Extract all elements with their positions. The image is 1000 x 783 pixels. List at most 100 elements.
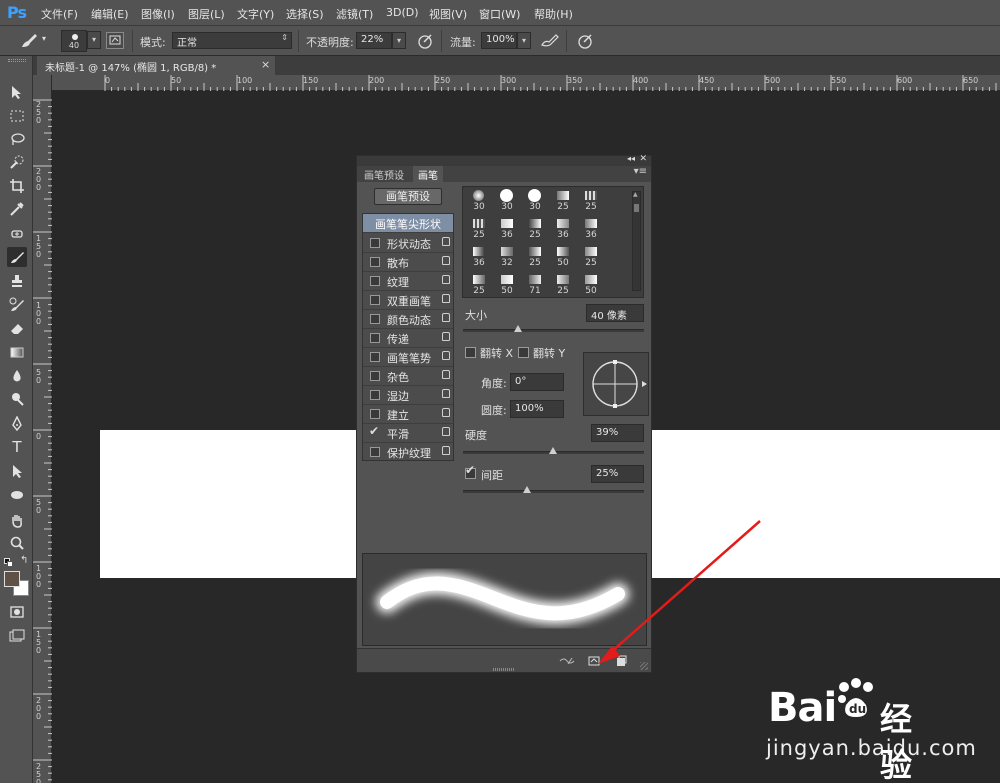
brush-tip[interactable]: 25 [521,217,549,243]
option-transfer[interactable]: 传递 [363,329,453,348]
dodge-tool-icon[interactable] [7,389,27,409]
hand-tool-icon[interactable] [7,510,27,530]
option-shape-dynamics[interactable]: 形状动态 [363,234,453,253]
checkbox[interactable] [370,333,380,343]
option-brush-pose[interactable]: 画笔笔势 [363,348,453,367]
quick-mask-icon[interactable] [7,602,27,622]
foreground-color-swatch[interactable] [4,571,20,587]
panel-bottom-grip[interactable] [493,668,515,671]
crop-tool-icon[interactable] [7,176,27,196]
brush-projection-icon[interactable] [588,655,600,670]
brush-tip[interactable]: 32 [493,245,521,271]
brush-tip[interactable]: 25 [465,217,493,243]
brush-tip[interactable]: 36 [465,245,493,271]
tab-brush-presets[interactable]: 画笔预设 [359,166,409,182]
screen-mode-icon[interactable] [7,626,27,646]
spacing-checkmark-icon[interactable]: ✔ [465,463,475,477]
history-brush-tool-icon[interactable] [7,295,27,315]
spacing-slider-thumb[interactable] [523,486,531,493]
brush-tip[interactable]: 50 [549,245,577,271]
option-noise[interactable]: 杂色 [363,367,453,386]
brush-presets-button[interactable]: 画笔预设 [374,188,442,205]
spacing-input[interactable]: 25% [591,465,644,483]
brush-panel-toggle-icon[interactable] [106,32,124,49]
lock-icon[interactable] [442,351,450,360]
menu-file[interactable]: 文件(F) [41,6,78,22]
menu-image[interactable]: 图像(I) [141,6,175,22]
eyedropper-tool-icon[interactable] [7,199,27,219]
menu-layer[interactable]: 图层(L) [188,6,225,22]
lock-icon[interactable] [442,294,450,303]
brush-tip[interactable]: 50 [493,273,521,297]
flow-dropdown[interactable]: ▾ [517,32,531,49]
brush-tip[interactable]: 25 [521,245,549,271]
panel-title-bar[interactable]: ◂◂ ✕ [357,154,651,166]
brush-tip[interactable]: 25 [577,189,605,215]
pressure-size-icon[interactable] [576,32,594,50]
lock-icon[interactable] [442,313,450,322]
size-slider-thumb[interactable] [514,325,522,332]
close-tab-icon[interactable]: × [261,58,270,71]
checkbox[interactable] [370,257,380,267]
flip-y-checkbox[interactable] [518,347,529,358]
opacity-input[interactable]: 22% [356,32,392,49]
checkbox[interactable] [370,371,380,381]
checkbox[interactable] [370,447,380,457]
lock-icon[interactable] [442,427,450,436]
roundness-input[interactable]: 100% [510,400,564,418]
option-smoothing[interactable]: ✔ 平滑 [363,424,453,443]
lock-icon[interactable] [442,237,450,246]
toggle-live-tip-icon[interactable] [558,655,576,670]
document-tab[interactable]: 未标题-1 @ 147% (椭圆 1, RGB/8) * [37,56,275,75]
zoom-tool-icon[interactable] [7,533,27,553]
path-selection-tool-icon[interactable] [7,461,27,481]
flow-input[interactable]: 100% [481,32,517,49]
angle-roundness-widget[interactable] [583,352,649,416]
brush-tip[interactable]: 30 [521,189,549,215]
checkmark-icon[interactable]: ✔ [369,424,379,438]
menu-type[interactable]: 文字(Y) [237,6,274,22]
option-build-up[interactable]: 建立 [363,405,453,424]
ellipse-tool-icon[interactable] [7,485,27,505]
brush-picker[interactable]: 40 [61,30,87,52]
lock-icon[interactable] [442,275,450,284]
menu-window[interactable]: 窗口(W) [479,6,520,22]
opacity-dropdown[interactable]: ▾ [392,32,406,49]
marquee-tool-icon[interactable] [7,106,27,126]
size-slider[interactable] [463,325,644,332]
size-input[interactable]: 40 像素 [586,304,644,322]
checkbox[interactable] [370,352,380,362]
eraser-tool-icon[interactable] [7,318,27,338]
lock-icon[interactable] [442,370,450,379]
type-tool-icon[interactable]: T [7,437,27,457]
swap-colors-icon[interactable]: ↰ [20,555,28,566]
mode-select[interactable]: 正常 ⇕ [172,32,292,49]
brush-tip[interactable]: 25 [549,189,577,215]
menu-3d[interactable]: 3D(D) [386,6,419,19]
lock-icon[interactable] [442,332,450,341]
brush-tip[interactable]: 25 [549,273,577,297]
lock-icon[interactable] [442,408,450,417]
menu-filter[interactable]: 滤镜(T) [336,6,373,22]
checkbox[interactable] [370,314,380,324]
lock-icon[interactable] [442,256,450,265]
lock-icon[interactable] [442,389,450,398]
brush-tool-icon[interactable] [18,32,40,50]
healing-brush-tool-icon[interactable] [7,224,27,244]
panel-menu-icon[interactable]: ▾≡ [634,166,647,177]
checkbox[interactable] [370,295,380,305]
menu-help[interactable]: 帮助(H) [534,6,573,22]
hardness-slider[interactable] [463,447,644,454]
option-wet-edges[interactable]: 湿边 [363,386,453,405]
pen-tool-icon[interactable] [7,414,27,434]
option-scattering[interactable]: 散布 [363,253,453,272]
checkbox[interactable] [370,238,380,248]
lasso-tool-icon[interactable] [7,129,27,149]
clone-stamp-tool-icon[interactable] [7,271,27,291]
brush-tip[interactable]: 36 [577,217,605,243]
option-protect-texture[interactable]: 保护纹理 [363,443,453,462]
flip-x-checkbox[interactable] [465,347,476,358]
brush-tip[interactable]: 36 [493,217,521,243]
brush-tip[interactable]: 30 [493,189,521,215]
option-brush-tip-shape[interactable]: 画笔笔尖形状 [363,214,453,233]
